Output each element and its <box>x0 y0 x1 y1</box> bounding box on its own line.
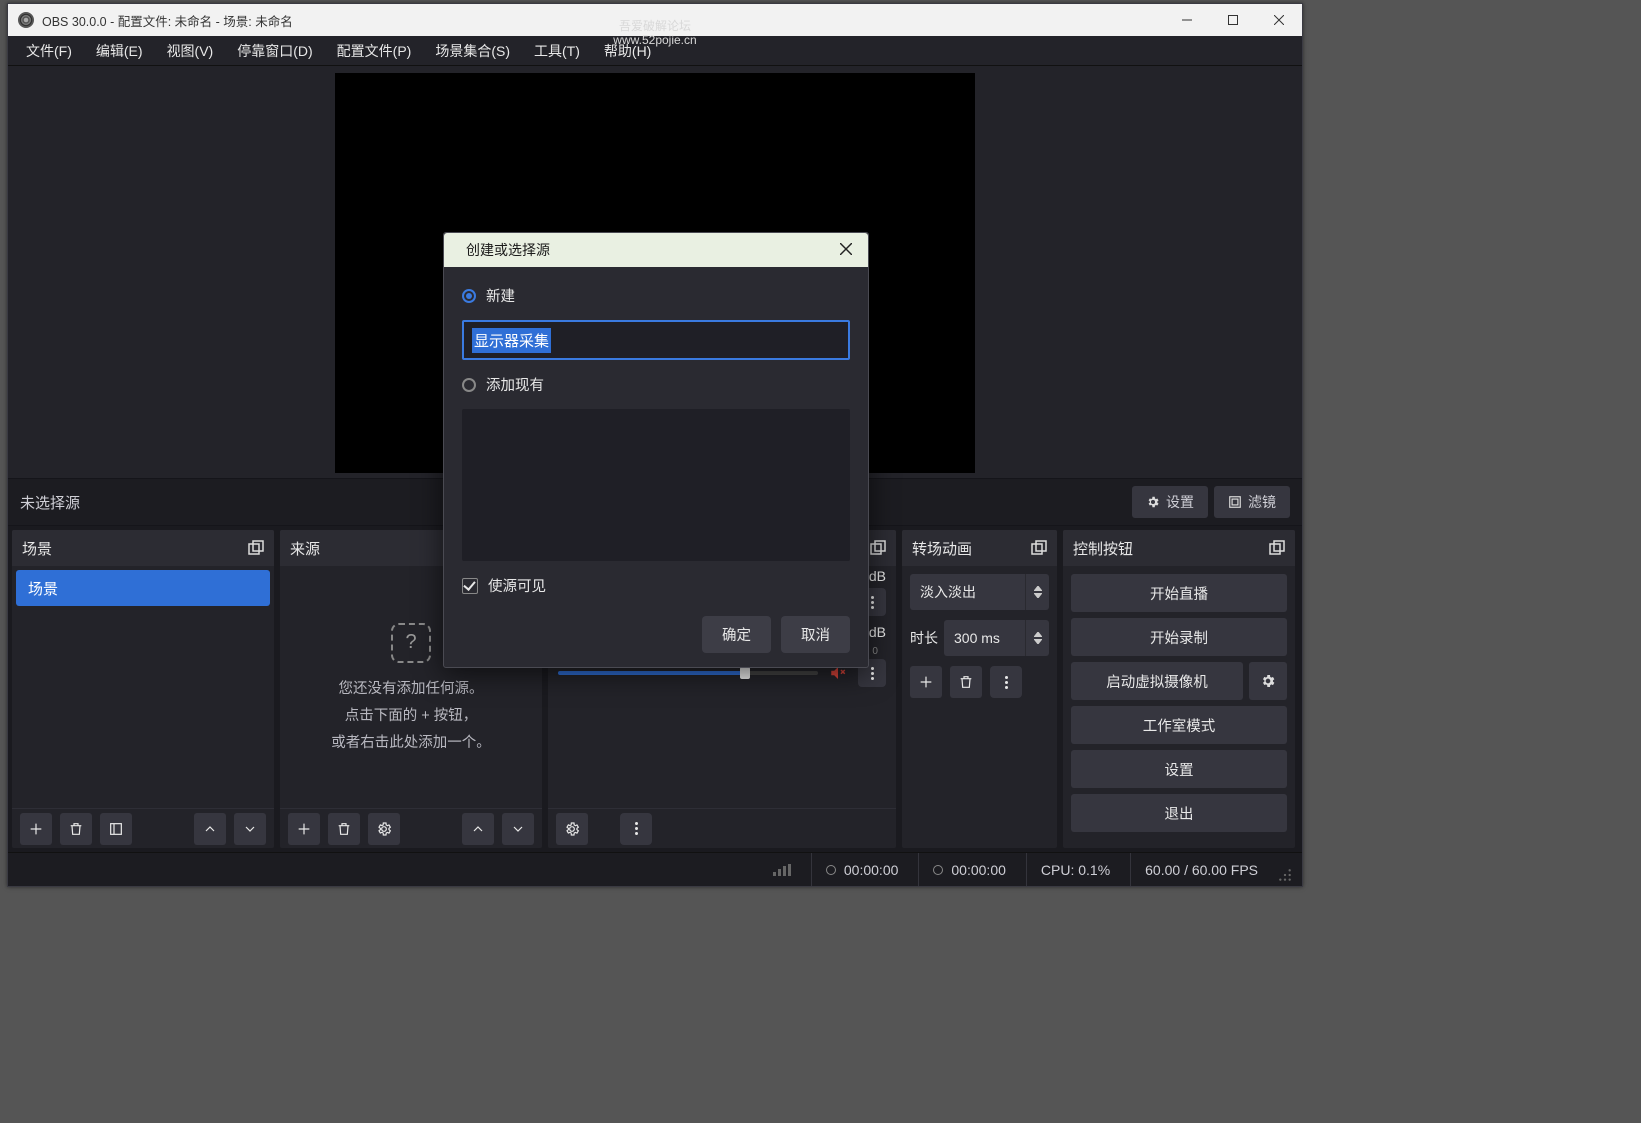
make-visible-checkbox[interactable]: 使源可见 <box>462 575 850 596</box>
remove-transition-button[interactable] <box>950 666 982 698</box>
add-scene-button[interactable] <box>20 813 52 845</box>
volume-slider[interactable] <box>558 671 818 675</box>
menu-dock[interactable]: 停靠窗口(D) <box>225 37 324 65</box>
dialog-titlebar[interactable]: 创建或选择源 <box>444 233 868 267</box>
menu-view[interactable]: 视图(V) <box>155 37 226 65</box>
create-source-dialog: 创建或选择源 新建 显示器采集 添加现有 使源可见 确定 <box>443 232 869 668</box>
menu-tools[interactable]: 工具(T) <box>522 37 592 65</box>
status-stream: 00:00:00 <box>811 853 913 886</box>
signal-icon <box>773 864 791 876</box>
status-network <box>759 853 805 886</box>
mixer-menu-button[interactable] <box>620 813 652 845</box>
radio-icon <box>462 378 476 392</box>
existing-sources-list[interactable] <box>462 409 850 561</box>
menu-scene-collection[interactable]: 场景集合(S) <box>423 37 522 65</box>
record-dot-icon <box>933 865 943 875</box>
main-window: OBS 30.0.0 - 配置文件: 未命名 - 场景: 未命名 吾爱破解论坛 … <box>7 3 1303 887</box>
menu-edit[interactable]: 编辑(E) <box>84 37 155 65</box>
source-name-input[interactable]: 显示器采集 <box>462 320 850 360</box>
transitions-title: 转场动画 <box>912 538 972 559</box>
radio-existing[interactable]: 添加现有 <box>462 374 850 395</box>
transition-select[interactable]: 淡入淡出 <box>910 574 1049 610</box>
menubar: 文件(F) 编辑(E) 视图(V) 停靠窗口(D) 配置文件(P) 场景集合(S… <box>8 36 1302 66</box>
status-record: 00:00:00 <box>918 853 1020 886</box>
controls-dock: 控制按钮 开始直播 开始录制 启动虚拟摄像机 工作室模式 设置 退出 <box>1063 530 1295 848</box>
scene-item-selected[interactable]: 场景 <box>16 570 270 606</box>
status-fps: 60.00 / 60.00 FPS <box>1130 853 1272 886</box>
sources-title: 来源 <box>290 538 320 559</box>
source-properties-button[interactable] <box>368 813 400 845</box>
scenes-dock: 场景 场景 <box>12 530 274 848</box>
transition-menu-button[interactable] <box>990 666 1022 698</box>
radio-icon <box>462 289 476 303</box>
status-cpu: CPU: 0.1% <box>1026 853 1124 886</box>
question-icon: ? <box>391 623 431 663</box>
source-filters-button[interactable]: 滤镜 <box>1214 486 1290 518</box>
obs-logo-icon <box>18 12 34 28</box>
titlebar[interactable]: OBS 30.0.0 - 配置文件: 未命名 - 场景: 未命名 吾爱破解论坛 … <box>8 4 1302 36</box>
dialog-close-button[interactable] <box>832 238 860 262</box>
transitions-dock: 转场动画 淡入淡出 时长 300 ms <box>902 530 1057 848</box>
popout-icon[interactable] <box>870 540 886 556</box>
mixer-settings-button[interactable] <box>556 813 588 845</box>
popout-icon[interactable] <box>248 540 264 556</box>
duration-input[interactable]: 300 ms <box>944 620 1049 656</box>
source-up-button[interactable] <box>462 813 494 845</box>
settings-button[interactable]: 设置 <box>1071 750 1287 788</box>
source-down-button[interactable] <box>502 813 534 845</box>
checkbox-icon <box>462 578 478 594</box>
scene-down-button[interactable] <box>234 813 266 845</box>
start-record-button[interactable]: 开始录制 <box>1071 618 1287 656</box>
resize-grip-icon[interactable] <box>1278 868 1292 882</box>
virtualcam-settings-button[interactable] <box>1249 662 1287 700</box>
popout-icon[interactable] <box>1269 540 1285 556</box>
minimize-button[interactable] <box>1164 4 1210 36</box>
add-source-button[interactable] <box>288 813 320 845</box>
maximize-button[interactable] <box>1210 4 1256 36</box>
menu-profile[interactable]: 配置文件(P) <box>325 37 424 65</box>
status-bar: 00:00:00 00:00:00 CPU: 0.1% 60.00 / 60.0… <box>8 852 1302 886</box>
scene-filter-button[interactable] <box>100 813 132 845</box>
popout-icon[interactable] <box>1031 540 1047 556</box>
remove-source-button[interactable] <box>328 813 360 845</box>
remove-scene-button[interactable] <box>60 813 92 845</box>
stream-dot-icon <box>826 865 836 875</box>
ok-button[interactable]: 确定 <box>702 616 771 653</box>
scenes-title: 场景 <box>22 538 52 559</box>
cancel-button[interactable]: 取消 <box>781 616 850 653</box>
dialog-title: 创建或选择源 <box>466 240 824 260</box>
exit-button[interactable]: 退出 <box>1071 794 1287 832</box>
scene-up-button[interactable] <box>194 813 226 845</box>
start-virtualcam-button[interactable]: 启动虚拟摄像机 <box>1071 662 1243 700</box>
start-stream-button[interactable]: 开始直播 <box>1071 574 1287 612</box>
source-settings-button[interactable]: 设置 <box>1132 486 1208 518</box>
duration-label: 时长 <box>910 628 938 648</box>
window-title: OBS 30.0.0 - 配置文件: 未命名 - 场景: 未命名 <box>42 11 1164 30</box>
gear-icon <box>1146 495 1160 509</box>
spin-buttons[interactable] <box>1025 574 1049 610</box>
menu-help[interactable]: 帮助(H) <box>592 37 663 65</box>
controls-title: 控制按钮 <box>1073 538 1133 559</box>
menu-file[interactable]: 文件(F) <box>14 37 84 65</box>
radio-new[interactable]: 新建 <box>462 285 850 306</box>
add-transition-button[interactable] <box>910 666 942 698</box>
spin-buttons[interactable] <box>1025 620 1049 656</box>
studio-mode-button[interactable]: 工作室模式 <box>1071 706 1287 744</box>
filter-icon <box>1228 495 1242 509</box>
close-button[interactable] <box>1256 4 1302 36</box>
